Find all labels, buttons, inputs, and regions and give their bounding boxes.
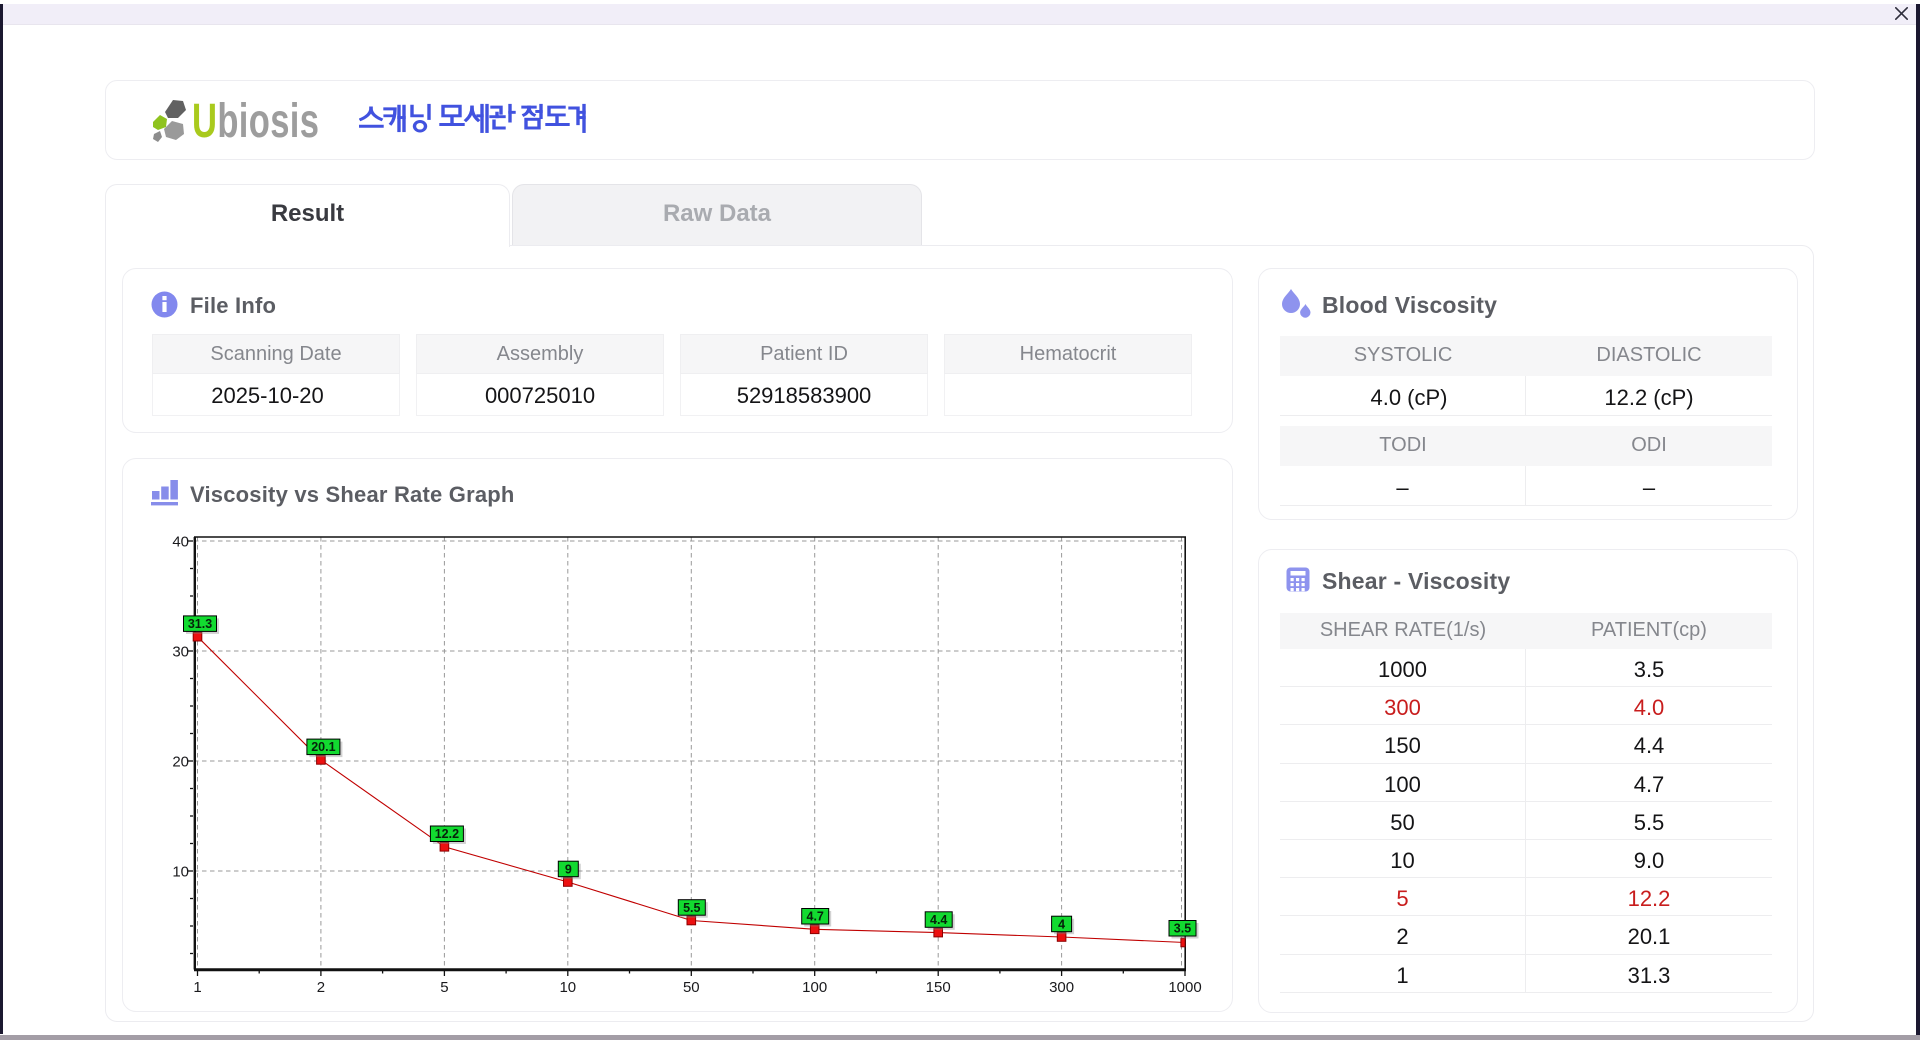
svg-text:1000: 1000 xyxy=(1168,979,1201,996)
svg-text:100: 100 xyxy=(802,979,827,996)
svg-text:30: 30 xyxy=(172,644,189,661)
svg-text:2: 2 xyxy=(317,979,325,996)
svg-text:20: 20 xyxy=(172,754,189,771)
svg-text:31.3: 31.3 xyxy=(188,617,212,631)
svg-text:50: 50 xyxy=(683,979,700,996)
svg-text:5: 5 xyxy=(440,979,448,996)
svg-text:3.5: 3.5 xyxy=(1174,922,1191,936)
svg-text:4.4: 4.4 xyxy=(930,913,947,927)
svg-text:40: 40 xyxy=(172,534,189,551)
svg-text:4.7: 4.7 xyxy=(807,910,824,924)
svg-text:10: 10 xyxy=(559,979,576,996)
svg-text:10: 10 xyxy=(172,864,189,881)
svg-text:12.2: 12.2 xyxy=(435,827,459,841)
svg-text:5.5: 5.5 xyxy=(683,901,700,915)
svg-text:300: 300 xyxy=(1049,979,1074,996)
svg-text:1: 1 xyxy=(193,979,201,996)
svg-text:4: 4 xyxy=(1058,917,1065,931)
svg-text:150: 150 xyxy=(926,979,951,996)
svg-text:20.1: 20.1 xyxy=(311,740,335,754)
svg-text:9: 9 xyxy=(565,862,572,876)
